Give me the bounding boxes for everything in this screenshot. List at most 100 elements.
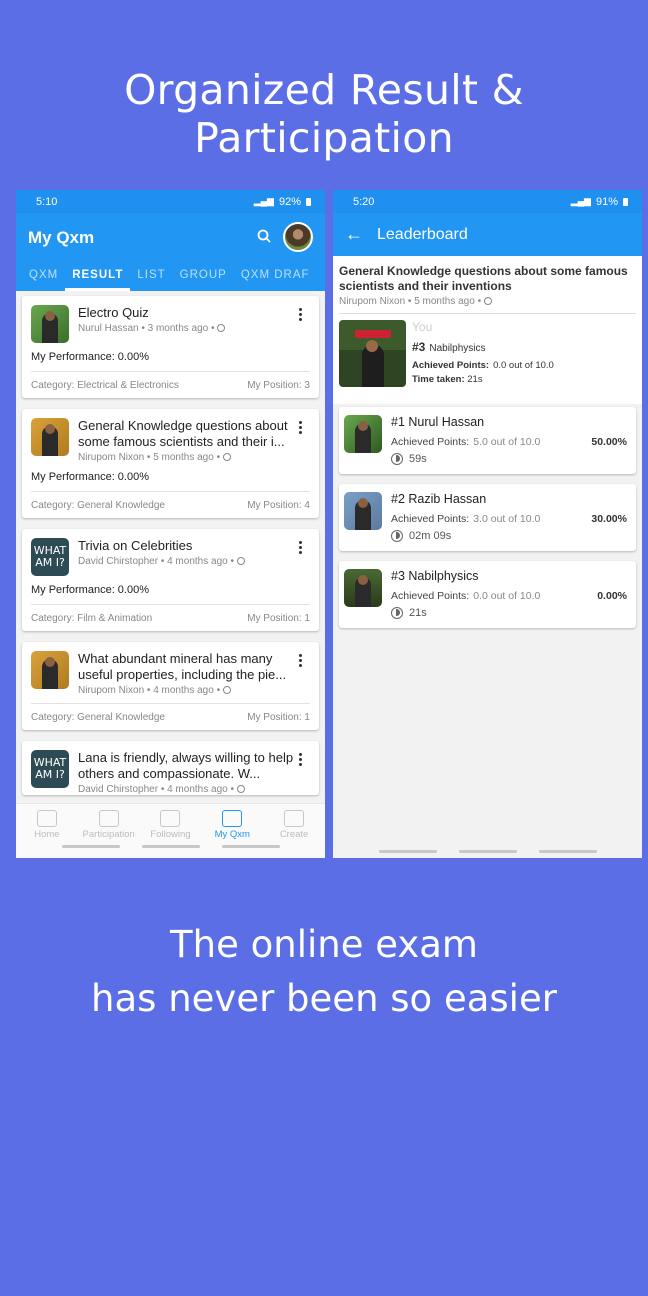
quiz-meta: Nirupom Nixon • 4 months ago • (78, 685, 221, 696)
more-options-icon[interactable] (299, 541, 303, 556)
phone-leaderboard: 5:20 ▂▄▆ 91% ← Leaderboard General Knowl… (333, 190, 642, 858)
leaderboard-list: #1 Nurul Hassan Achieved Points: 5.0 out … (333, 404, 642, 641)
globe-icon (222, 686, 231, 694)
quiz-meta: Nirupom Nixon • 5 months ago • (339, 296, 482, 307)
phone-my-qxm: 5:10 ▂▄▆ 92% My Qxm QXM RESULT LIST GROU… (16, 190, 325, 858)
points-value: 0.0 out of 10.0 (473, 590, 541, 602)
points-label: Achieved Points: (391, 436, 470, 448)
points-value: 3.0 out of 10.0 (473, 513, 541, 525)
points-value: 5.0 out of 10.0 (473, 436, 541, 448)
nav-home[interactable]: Home (17, 810, 77, 840)
leaderboard-row[interactable]: #3 Nabilphysics Achieved Points: 0.0 out … (339, 561, 636, 628)
status-time: 5:20 (353, 195, 375, 208)
quiz-thumbnail (31, 305, 69, 343)
leaderboard-row[interactable]: #2 Razib Hassan Achieved Points: 3.0 out … (339, 484, 636, 551)
app-bar: ← Leaderboard (333, 213, 642, 256)
globe-icon (236, 785, 245, 793)
result-card[interactable]: WHAT AM I? Trivia on Celebrities David C… (22, 529, 319, 631)
user-avatar (344, 569, 382, 607)
quiz-title: General Knowledge questions about some f… (78, 418, 288, 449)
quiz-title: Electro Quiz (78, 305, 149, 320)
participation-icon (98, 810, 119, 827)
time-taken: 02m 09s (409, 530, 452, 542)
quiz-summary: General Knowledge questions about some f… (333, 256, 642, 404)
tab-bar: QXM RESULT LIST GROUP QXM DRAF (16, 263, 325, 291)
following-icon (160, 810, 181, 827)
more-options-icon[interactable] (299, 421, 303, 436)
my-position: My Position: 4 (247, 500, 310, 511)
clock-icon (391, 453, 403, 465)
my-position: My Position: 1 (247, 613, 310, 624)
quiz-thumbnail (31, 651, 69, 689)
my-performance: My Performance: 0.00% (31, 584, 149, 596)
tab-result[interactable]: RESULT (65, 263, 131, 291)
more-options-icon[interactable] (299, 753, 303, 768)
rank-name: #1 Nurul Hassan (391, 415, 485, 429)
status-bar: 5:20 ▂▄▆ 91% (333, 190, 642, 213)
score-percent: 50.00% (591, 436, 627, 448)
rank-name: #2 Razib Hassan (391, 492, 487, 506)
search-icon[interactable] (257, 229, 271, 243)
tab-qxm[interactable]: QXM (22, 263, 65, 291)
score-percent: 0.00% (597, 590, 627, 602)
quiz-meta: Nurul Hassan • 3 months ago • (78, 323, 215, 334)
layers-icon (222, 810, 243, 827)
gesture-bar (333, 850, 642, 853)
more-options-icon[interactable] (299, 308, 303, 323)
page-title: My Qxm (28, 228, 95, 247)
headline: Organized Result & Participation (124, 66, 524, 162)
my-rank-number: #3 (412, 340, 426, 354)
leaderboard-row[interactable]: #1 Nurul Hassan Achieved Points: 5.0 out … (339, 407, 636, 474)
nav-participation[interactable]: Participation (79, 810, 139, 840)
result-card[interactable]: WHAT AM I? Lana is friendly, always will… (22, 741, 319, 795)
more-options-icon[interactable] (299, 654, 303, 669)
my-performance: My Performance: 0.00% (31, 351, 149, 363)
tab-qxm-draft[interactable]: QXM DRAF (234, 263, 317, 291)
app-bar: My Qxm (16, 213, 325, 263)
tab-group[interactable]: GROUP (173, 263, 234, 291)
result-card[interactable]: General Knowledge questions about some f… (22, 409, 319, 518)
nav-my-qxm[interactable]: My Qxm (202, 810, 262, 840)
quiz-meta: David Chirstopher • 4 months ago • (78, 784, 234, 795)
result-card[interactable]: Electro Quiz Nurul Hassan • 3 months ago… (22, 296, 319, 398)
time-taken: 59s (409, 453, 427, 465)
tab-list[interactable]: LIST (130, 263, 172, 291)
tagline-line-2: has never been so easier (91, 977, 557, 1020)
quiz-category: Category: General Knowledge (31, 712, 165, 723)
my-time: 21s (467, 374, 483, 385)
quiz-thumbnail (31, 418, 69, 456)
battery-level: 92% (278, 195, 301, 208)
quiz-title: What abundant mineral has many useful pr… (78, 651, 287, 682)
status-time: 5:10 (36, 195, 58, 208)
globe-icon (217, 324, 226, 332)
battery-icon (623, 197, 628, 206)
tagline-line-1: The online exam (170, 923, 478, 966)
you-label: You (412, 320, 433, 334)
nav-following[interactable]: Following (140, 810, 200, 840)
battery-icon (306, 197, 311, 206)
clock-icon (391, 607, 403, 619)
rank-name: #3 Nabilphysics (391, 569, 479, 583)
my-points: 0.0 out of 10.0 (493, 360, 554, 371)
tagline: The online exam has never been so easier (0, 918, 648, 1026)
bottom-nav: Home Participation Following My Qxm Crea… (16, 803, 325, 858)
clock-icon (391, 530, 403, 542)
quiz-title: General Knowledge questions about some f… (339, 264, 628, 293)
create-icon (284, 810, 305, 827)
my-position: My Position: 1 (247, 712, 310, 723)
globe-icon (483, 297, 492, 305)
quiz-title: Trivia on Celebrities (78, 538, 193, 553)
back-arrow-icon[interactable]: ← (345, 224, 363, 245)
result-card[interactable]: What abundant mineral has many useful pr… (22, 642, 319, 730)
quiz-title: Lana is friendly, always willing to help… (78, 750, 294, 781)
nav-create[interactable]: Create (264, 810, 324, 840)
my-position: My Position: 3 (247, 380, 310, 391)
result-list: Electro Quiz Nurul Hassan • 3 months ago… (16, 291, 325, 811)
user-avatar (344, 415, 382, 453)
quiz-thumbnail: WHAT AM I? (31, 750, 69, 788)
points-label: Achieved Points: (412, 360, 490, 371)
avatar[interactable] (283, 222, 313, 252)
my-name: Nabilphysics (429, 343, 486, 354)
quiz-category: Category: Film & Animation (31, 613, 153, 624)
battery-level: 91% (595, 195, 618, 208)
